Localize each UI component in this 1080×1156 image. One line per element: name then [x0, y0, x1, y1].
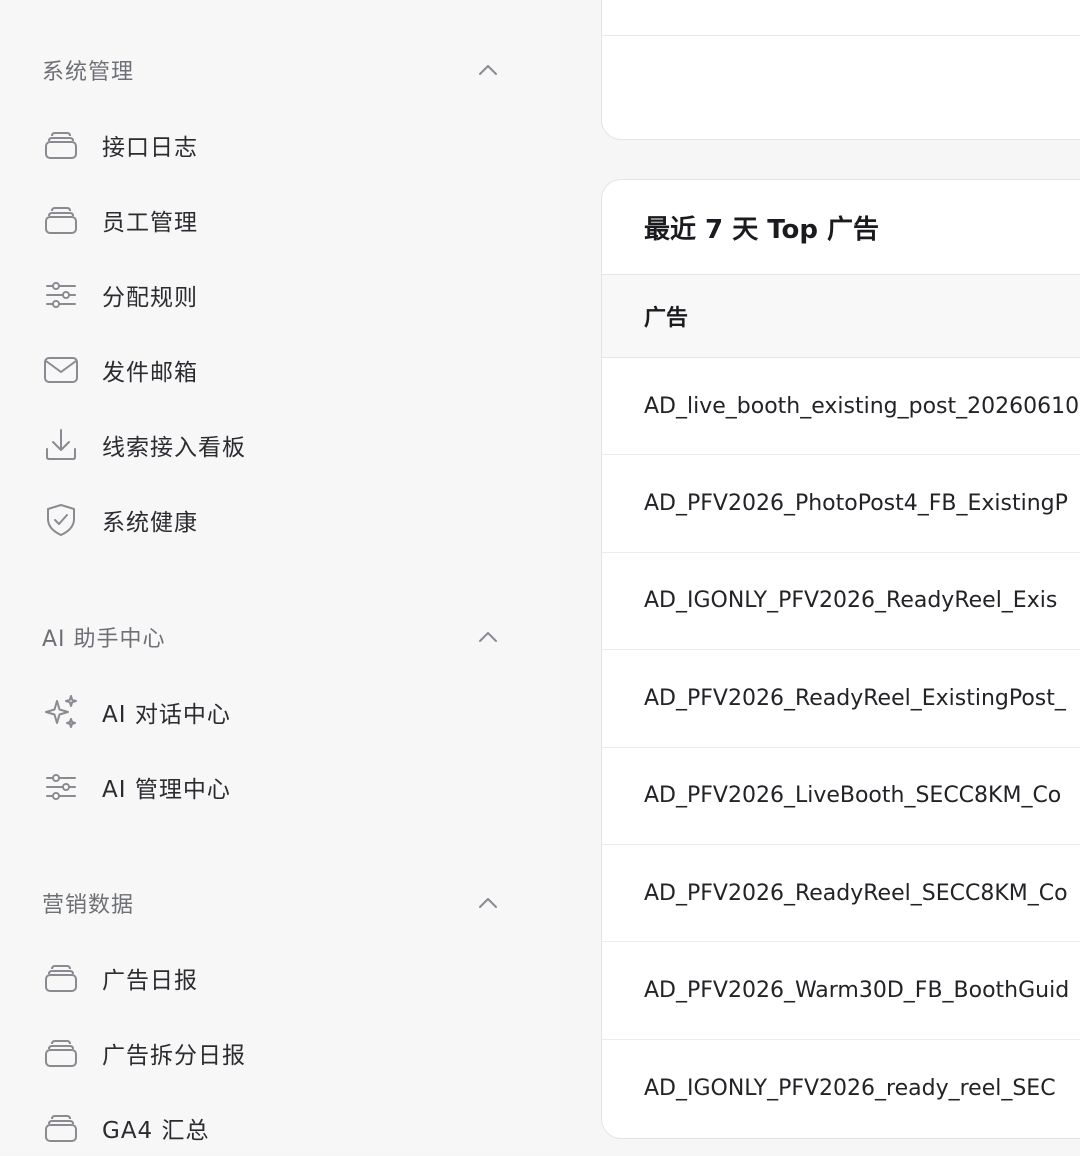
- section-title: 系统管理: [42, 60, 135, 85]
- column-header-ad[interactable]: 广告: [644, 275, 688, 357]
- summary-card: [601, 0, 1080, 140]
- table-row[interactable]: AD_IGONLY_PFV2026_ReadyReel_Exis: [602, 553, 1080, 651]
- section-header-marketing-data[interactable]: 营销数据: [42, 883, 502, 923]
- sidebar-item-label: 发件邮箱: [102, 360, 198, 386]
- database-icon: [40, 1107, 82, 1149]
- sidebar-item-allocation-rules[interactable]: 分配规则: [40, 267, 510, 323]
- table-row[interactable]: AD_live_booth_existing_post_20260610: [602, 358, 1080, 456]
- sidebar-item-system-health[interactable]: 系统健康: [40, 492, 510, 548]
- sidebar-item-label: 系统健康: [102, 510, 198, 536]
- table-header: 广告: [602, 274, 1080, 358]
- download-icon: [40, 424, 82, 466]
- sliders-icon: [40, 274, 82, 316]
- table-row[interactable]: AD_PFV2026_ReadyReel_SECC8KM_Co: [602, 845, 1080, 943]
- sidebar-item-outgoing-mailbox[interactable]: 发件邮箱: [40, 342, 510, 398]
- shield-check-icon: [40, 499, 82, 541]
- card-title: 最近 7 天 Top 广告: [644, 214, 880, 245]
- sidebar-item-label: AI 管理中心: [102, 777, 231, 803]
- sidebar-item-label: 广告日报: [102, 968, 198, 994]
- section-title: AI 助手中心: [42, 627, 166, 652]
- section-header-system-management[interactable]: 系统管理: [42, 50, 502, 90]
- sidebar-item-ga4-summary[interactable]: GA4 汇总: [40, 1100, 510, 1156]
- sidebar-item-ai-management-center[interactable]: AI 管理中心: [40, 759, 510, 815]
- chevron-up-icon[interactable]: [474, 56, 502, 84]
- sidebar-item-ai-chat-center[interactable]: AI 对话中心: [40, 684, 510, 740]
- sidebar-item-api-logs[interactable]: 接口日志: [40, 117, 510, 173]
- card-divider: [602, 35, 1080, 36]
- section-title: 营销数据: [42, 893, 135, 918]
- sidebar-item-staff-management[interactable]: 员工管理: [40, 192, 510, 248]
- sidebar-item-label: 线索接入看板: [102, 435, 246, 461]
- sidebar-item-lead-intake-dashboard[interactable]: 线索接入看板: [40, 417, 510, 473]
- table-row[interactable]: AD_IGONLY_PFV2026_ready_reel_SEC: [602, 1040, 1080, 1137]
- sidebar-item-label: 广告拆分日报: [102, 1043, 246, 1069]
- database-icon: [40, 199, 82, 241]
- table-row[interactable]: AD_PFV2026_LiveBooth_SECC8KM_Co: [602, 748, 1080, 845]
- chevron-up-icon[interactable]: [474, 623, 502, 651]
- sidebar-item-label: 分配规则: [102, 285, 198, 311]
- database-icon: [40, 124, 82, 166]
- mail-icon: [40, 349, 82, 391]
- database-icon: [40, 957, 82, 999]
- sidebar-item-label: 员工管理: [102, 210, 198, 236]
- table-row[interactable]: AD_PFV2026_ReadyReel_ExistingPost_: [602, 650, 1080, 748]
- sidebar-item-label: GA4 汇总: [102, 1118, 210, 1144]
- sidebar-item-label: AI 对话中心: [102, 702, 231, 728]
- section-header-ai-assistant-center[interactable]: AI 助手中心: [42, 617, 502, 657]
- sidebar-item-label: 接口日志: [102, 135, 198, 161]
- chevron-up-icon[interactable]: [474, 889, 502, 917]
- table-row[interactable]: AD_PFV2026_PhotoPost4_FB_ExistingP: [602, 455, 1080, 553]
- table-body: AD_live_booth_existing_post_20260610 AD_…: [602, 358, 1080, 1137]
- top-ads-card: 最近 7 天 Top 广告 广告 AD_live_booth_existing_…: [601, 179, 1080, 1139]
- table-row[interactable]: AD_PFV2026_Warm30D_FB_BoothGuid: [602, 942, 1080, 1040]
- sidebar-item-ad-split-daily-report[interactable]: 广告拆分日报: [40, 1025, 510, 1081]
- sidebar-item-ad-daily-report[interactable]: 广告日报: [40, 950, 510, 1006]
- sparkles-icon: [40, 691, 82, 733]
- database-icon: [40, 1032, 82, 1074]
- sliders-icon: [40, 766, 82, 808]
- sidebar: 系统管理 接口日志 员工管理 分配规则 发件邮箱 线索接入看板 系统健康 AI …: [0, 0, 560, 1145]
